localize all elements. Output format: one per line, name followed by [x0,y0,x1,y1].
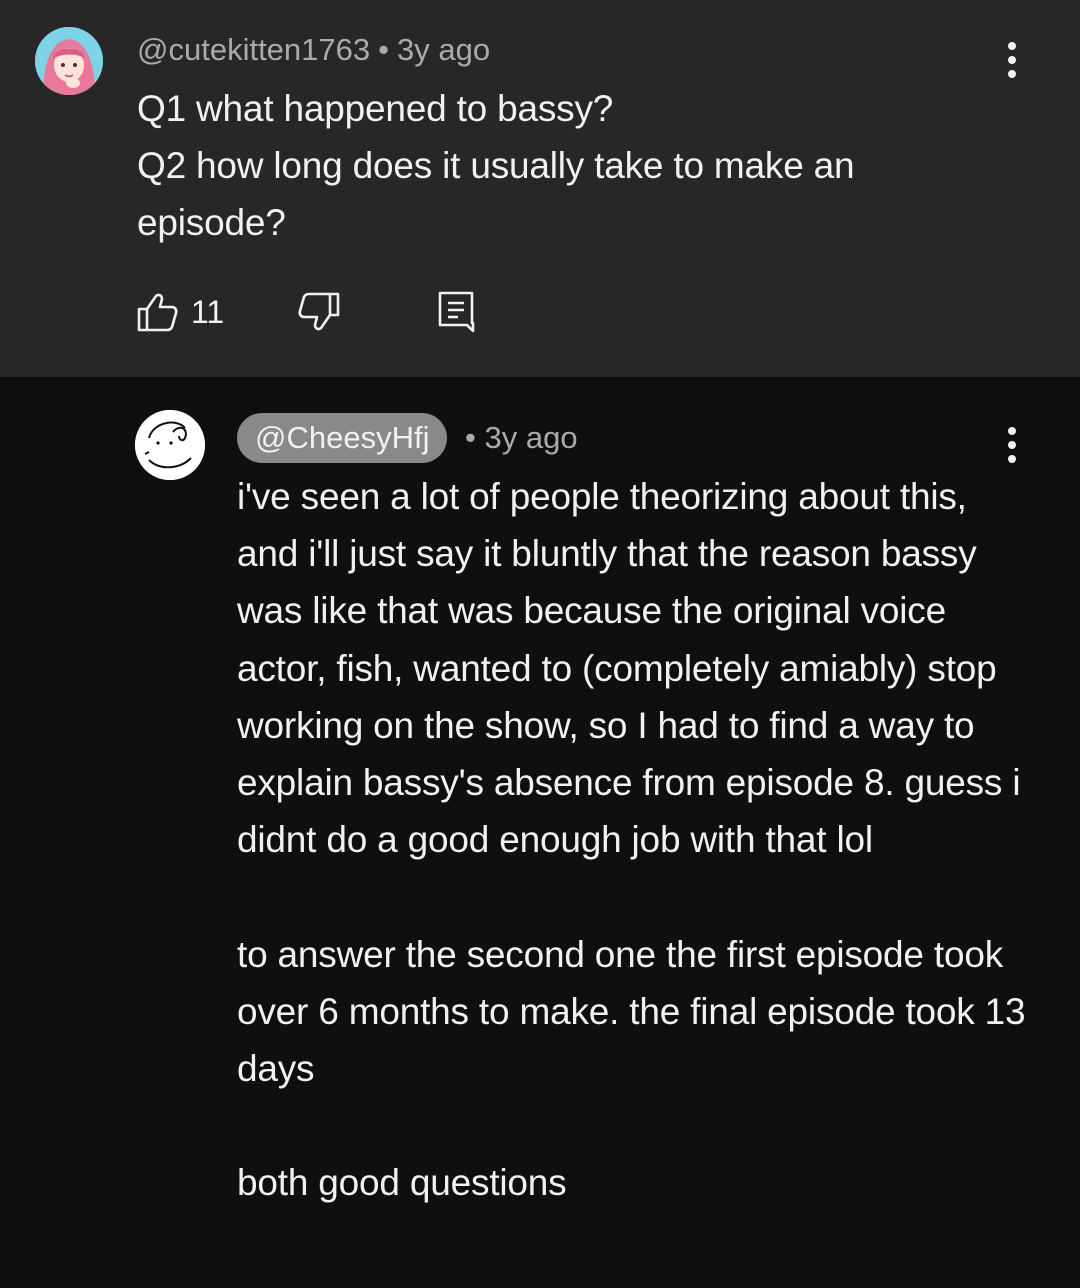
reply-meta: • 3y ago [465,418,578,458]
like-button[interactable]: 11 [135,288,224,336]
commenter-avatar[interactable] [35,27,103,95]
comment-reply-icon [438,291,475,333]
comment-menu-button[interactable] [992,30,1032,90]
meta-separator: • [465,420,476,455]
reply-menu-button[interactable] [992,415,1032,475]
comment-author[interactable]: @cutekitten1763 [137,32,370,67]
reply-time[interactable]: 3y ago [484,420,577,455]
comment-time[interactable]: 3y ago [397,32,490,67]
parent-comment: @cutekitten1763 • 3y ago Q1 what happened … [0,0,1080,377]
thumbs-up-icon [137,293,178,332]
more-vert-icon [1008,427,1016,435]
comment-text: Q1 what happened to bassy? Q2 how long d… [137,88,855,243]
reply-author-avatar[interactable] [135,410,205,480]
reply-text: i've seen a lot of people theorizing abo… [237,476,1026,1204]
like-count: 11 [191,294,225,330]
dislike-button[interactable] [290,288,340,336]
reply-author-chip[interactable]: @CheesyHfj [237,413,448,463]
meta-separator: • [378,32,389,67]
reply-button[interactable] [433,288,479,336]
comment-meta: @cutekitten1763 • 3y ago [137,30,490,70]
more-vert-icon [1008,42,1016,50]
thumbs-down-icon [298,292,340,331]
